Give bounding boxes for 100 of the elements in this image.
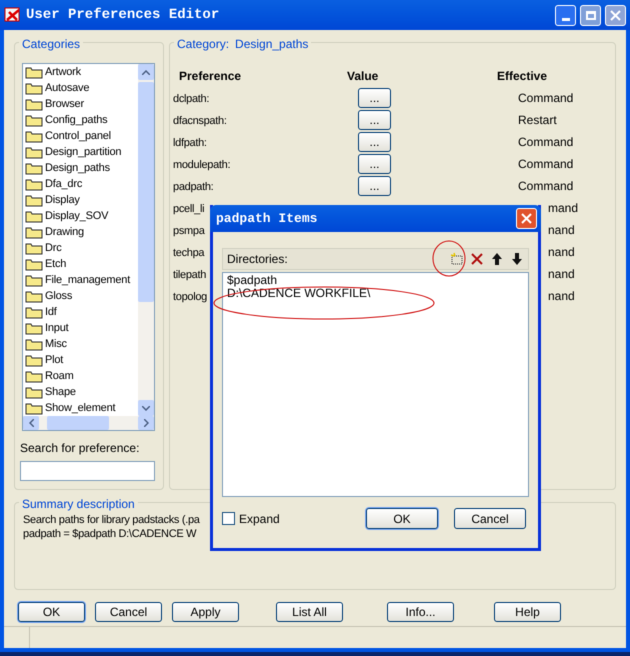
- directory-entry[interactable]: D:\CADENCE WORKFILE\: [227, 287, 528, 300]
- preference-name: topolog: [173, 290, 207, 303]
- down-arrow-icon[interactable]: [510, 252, 524, 266]
- preference-name: dfacnspath:: [173, 114, 227, 127]
- effective-value: nand: [547, 222, 575, 239]
- category-label: Category:: [177, 36, 230, 53]
- folder-icon: [25, 98, 43, 110]
- effective-value: nand: [547, 244, 575, 261]
- folder-icon: [25, 306, 43, 318]
- directory-entry[interactable]: $padpath: [227, 274, 528, 287]
- effective-value: Command: [518, 134, 574, 151]
- folder-icon: [25, 226, 43, 238]
- folder-icon: [25, 322, 43, 334]
- folder-icon: [25, 338, 43, 350]
- dialog-button[interactable]: Cancel: [95, 602, 162, 622]
- folder-icon: [25, 178, 43, 190]
- close-button[interactable]: [605, 4, 626, 26]
- folder-icon: [25, 370, 43, 382]
- category-item[interactable]: Roam: [25, 368, 138, 384]
- delete-icon[interactable]: [470, 252, 484, 266]
- dialog-button[interactable]: Help: [494, 602, 561, 622]
- horizontal-scrollbar[interactable]: [23, 416, 154, 430]
- preference-name: ldfpath:: [173, 136, 207, 149]
- value-button[interactable]: ...: [358, 88, 391, 108]
- window-title: User Preferences Editor: [26, 6, 220, 24]
- folder-icon: [25, 242, 43, 254]
- folder-icon: [25, 274, 43, 286]
- category-item[interactable]: Misc: [25, 336, 138, 352]
- effective-value: nand: [547, 266, 575, 283]
- folder-icon: [25, 210, 43, 222]
- category-item[interactable]: Artwork: [25, 64, 138, 80]
- category-item[interactable]: Config_paths: [25, 112, 138, 128]
- category-item[interactable]: Drc: [25, 240, 138, 256]
- up-arrow-icon[interactable]: [490, 252, 504, 266]
- category-item[interactable]: Etch: [25, 256, 138, 272]
- category-item[interactable]: Drawing: [25, 224, 138, 240]
- directories-label: Directories:: [227, 251, 289, 268]
- preference-name: padpath:: [173, 180, 214, 193]
- category-item[interactable]: Input: [25, 320, 138, 336]
- category-item[interactable]: File_management: [25, 272, 138, 288]
- folder-icon: [25, 258, 43, 270]
- category-name: Design_paths: [235, 36, 308, 53]
- maximize-button[interactable]: [580, 4, 601, 26]
- dialog-button[interactable]: Apply: [172, 602, 239, 622]
- folder-icon: [25, 162, 43, 174]
- summary-text: Search paths for library padstacks (.pa: [23, 513, 200, 527]
- value-button[interactable]: ...: [358, 176, 391, 196]
- effective-value: Command: [518, 90, 574, 107]
- category-item[interactable]: Browser: [25, 96, 138, 112]
- search-label: Search for preference:: [20, 440, 140, 457]
- preference-name: modulepath:: [173, 158, 230, 171]
- category-item[interactable]: Display_SOV: [25, 208, 138, 224]
- dialog-button[interactable]: List All: [276, 602, 343, 622]
- category-item[interactable]: Dfa_drc: [25, 176, 138, 192]
- dialog-button[interactable]: Cancel: [454, 508, 526, 529]
- dialog-title: padpath Items: [216, 210, 318, 228]
- dialog-button[interactable]: Info...: [387, 602, 454, 622]
- value-button[interactable]: ...: [358, 154, 391, 174]
- new-folder-icon[interactable]: [450, 252, 464, 266]
- close-icon: [521, 213, 532, 224]
- category-item[interactable]: Shape: [25, 384, 138, 400]
- category-item[interactable]: Gloss: [25, 288, 138, 304]
- category-item[interactable]: Design_paths: [25, 160, 138, 176]
- folder-icon: [25, 130, 43, 142]
- folder-icon: [25, 354, 43, 366]
- dialog-button[interactable]: OK: [366, 508, 438, 529]
- category-item[interactable]: Show_element: [25, 400, 138, 416]
- column-header: Value: [347, 68, 380, 85]
- dialog-button[interactable]: OK: [18, 602, 85, 622]
- value-button[interactable]: ...: [358, 110, 391, 130]
- expand-checkbox[interactable]: [222, 512, 235, 525]
- effective-value: Restart: [518, 112, 557, 129]
- vertical-scrollbar[interactable]: [138, 64, 154, 416]
- category-item[interactable]: Control_panel: [25, 128, 138, 144]
- category-item[interactable]: Design_partition: [25, 144, 138, 160]
- effective-value: Command: [518, 178, 574, 195]
- folder-icon: [25, 386, 43, 398]
- folder-icon: [25, 290, 43, 302]
- category-item[interactable]: Idf: [25, 304, 138, 320]
- folder-icon: [25, 66, 43, 78]
- category-item[interactable]: Display: [25, 192, 138, 208]
- value-button[interactable]: ...: [358, 132, 391, 152]
- preference-name: tilepath: [173, 268, 206, 281]
- folder-icon: [25, 82, 43, 94]
- effective-value: Command: [518, 156, 574, 173]
- close-button[interactable]: [516, 208, 537, 229]
- folder-icon: [25, 194, 43, 206]
- effective-value: nand: [547, 288, 575, 305]
- category-item[interactable]: Autosave: [25, 80, 138, 96]
- category-item[interactable]: Plot: [25, 352, 138, 368]
- folder-icon: [25, 146, 43, 158]
- preference-name: dclpath:: [173, 92, 210, 105]
- annotation-circle: [432, 240, 466, 277]
- minimize-button[interactable]: [555, 4, 576, 26]
- folder-icon: [25, 114, 43, 126]
- column-header: Effective: [497, 68, 548, 85]
- expand-label: Expand: [239, 510, 281, 528]
- preference-name: techpa: [173, 246, 204, 259]
- search-field[interactable]: [20, 461, 155, 481]
- close-icon: [610, 10, 621, 20]
